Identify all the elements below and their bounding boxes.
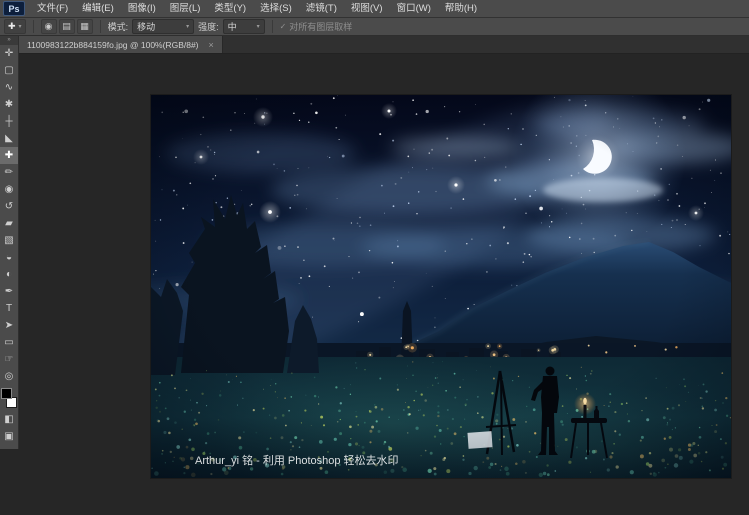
menu-item-3[interactable]: 图层(L) xyxy=(163,0,208,17)
tool-extra-buttons: ◧ ▣ xyxy=(0,411,18,445)
spot-healing-brush-tool[interactable]: ✚ xyxy=(0,147,18,164)
chevron-down-icon: ▾ xyxy=(18,24,22,30)
menu-item-5[interactable]: 选择(S) xyxy=(253,0,299,17)
brush-tool[interactable]: ✏ xyxy=(0,164,18,181)
dodge-tool[interactable]: ◐ xyxy=(0,266,18,283)
menu-bar: Ps 文件(F) 编辑(E) 图像(I) 图层(L) 类型(Y) 选择(S) 滤镜(T) 视图… xyxy=(0,0,749,18)
brush-preset-picker-icon[interactable]: ◉ xyxy=(40,19,57,34)
pasteboard: Arthur_yi 铭 - 利用 Photoshop 轻松去水印 xyxy=(19,54,749,515)
chevron-down-icon: ▾ xyxy=(186,24,190,30)
strength-select[interactable]: 中 ▾ xyxy=(222,19,265,34)
pen-tool[interactable]: ✒ xyxy=(0,283,18,300)
menu-item-9[interactable]: 帮助(H) xyxy=(438,0,484,17)
workspace: » ✛ ▢ ∿ ✱ ┼ ◣ ✚ ✏ ◉ ↺ ▰ ▧ ◒ ◐ ✒ T ➤ ▭ ☞ ◎ ◧ ▣ 1100983122b884… xyxy=(0,36,749,515)
document-title: 1100983122b884159fo.jpg @ 100%(RGB/8#) xyxy=(27,39,199,50)
close-tab-icon[interactable]: × xyxy=(209,40,214,50)
quick-selection-tool[interactable]: ✱ xyxy=(0,96,18,113)
foreground-color-swatch[interactable] xyxy=(1,388,12,399)
color-swatches[interactable] xyxy=(0,387,18,409)
toolbar-collapse-button[interactable]: » xyxy=(0,36,18,45)
shape-tool[interactable]: ▭ xyxy=(0,334,18,351)
menu-item-2[interactable]: 图像(I) xyxy=(121,0,163,17)
history-brush-tool[interactable]: ↺ xyxy=(0,198,18,215)
crop-tool[interactable]: ┼ xyxy=(0,113,18,130)
sample-all-layers-checkbox[interactable]: ✓ 对所有图层取样 xyxy=(280,20,353,33)
divider xyxy=(271,20,273,33)
chevron-down-icon: ▾ xyxy=(256,24,260,30)
options-icons: ◉ ▤ ▦ xyxy=(40,19,93,34)
divider xyxy=(99,20,101,33)
gradient-tool[interactable]: ▧ xyxy=(0,232,18,249)
hand-tool[interactable]: ☞ xyxy=(0,351,18,368)
tool-preset-picker[interactable]: ✚ ▾ xyxy=(4,19,26,34)
quick-mask-button[interactable]: ◧ xyxy=(0,411,18,428)
canvas[interactable]: Arthur_yi 铭 - 利用 Photoshop 轻松去水印 xyxy=(151,95,731,478)
checkmark-icon: ✓ xyxy=(279,22,287,31)
watermark-text: Arthur_yi 铭 - 利用 Photoshop 轻松去水印 xyxy=(195,453,399,467)
type-tool[interactable]: T xyxy=(0,300,18,317)
menu-item-8[interactable]: 窗口(W) xyxy=(390,0,438,17)
photoshop-window: Ps 文件(F) 编辑(E) 图像(I) 图层(L) 类型(Y) 选择(S) 滤镜(T) 视图… xyxy=(0,0,749,515)
lasso-tool[interactable]: ∿ xyxy=(0,79,18,96)
clone-stamp-tool[interactable]: ◉ xyxy=(0,181,18,198)
menu-item-1[interactable]: 编辑(E) xyxy=(75,0,121,17)
menu-item-0[interactable]: 文件(F) xyxy=(30,0,75,17)
menu-item-4[interactable]: 类型(Y) xyxy=(207,0,253,17)
divider xyxy=(32,20,34,33)
document-area: 1100983122b884159fo.jpg @ 100%(RGB/8#) × xyxy=(19,36,749,515)
menu-item-7[interactable]: 视图(V) xyxy=(344,0,390,17)
brush-panel-toggle-icon[interactable]: ▤ xyxy=(58,19,75,34)
options-bar: ✚ ▾ ◉ ▤ ▦ 模式: 移动 ▾ 强度: 中 ▾ ✓ 对所有图层取样 xyxy=(0,18,749,36)
zoom-tool[interactable]: ◎ xyxy=(0,368,18,385)
blur-tool[interactable]: ◒ xyxy=(0,249,18,266)
tools-panel: » ✛ ▢ ∿ ✱ ┼ ◣ ✚ ✏ ◉ ↺ ▰ ▧ ◒ ◐ ✒ T ➤ ▭ ☞ ◎ ◧ ▣ xyxy=(0,36,19,515)
strength-value: 中 xyxy=(227,22,237,32)
move-tool[interactable]: ✛ xyxy=(0,45,18,62)
photoshop-logo[interactable]: Ps xyxy=(3,1,25,16)
mode-value: 移动 xyxy=(137,22,156,32)
eraser-tool[interactable]: ▰ xyxy=(0,215,18,232)
tool-buttons: ✛ ▢ ∿ ✱ ┼ ◣ ✚ ✏ ◉ ↺ ▰ ▧ ◒ ◐ ✒ T ➤ ▭ ☞ ◎ xyxy=(0,45,18,385)
document-tab-bar: 1100983122b884159fo.jpg @ 100%(RGB/8#) × xyxy=(19,36,749,54)
vignette xyxy=(151,95,731,478)
strength-label: 强度: xyxy=(198,22,219,32)
rectangular-marquee-tool[interactable]: ▢ xyxy=(0,62,18,79)
menu-items: 文件(F) 编辑(E) 图像(I) 图层(L) 类型(Y) 选择(S) 滤镜(T) 视图(V)… xyxy=(30,0,484,17)
sample-all-layers-label: 对所有图层取样 xyxy=(289,22,353,32)
menu-item-6[interactable]: 滤镜(T) xyxy=(299,0,344,17)
screen-mode-button[interactable]: ▣ xyxy=(0,428,18,445)
path-selection-tool[interactable]: ➤ xyxy=(0,317,18,334)
mode-label: 模式: xyxy=(107,22,129,32)
document-tab[interactable]: 1100983122b884159fo.jpg @ 100%(RGB/8#) × xyxy=(19,36,223,53)
mode-select[interactable]: 移动 ▾ xyxy=(132,19,195,34)
eyedropper-tool[interactable]: ◣ xyxy=(0,130,18,147)
photo-starry-night[interactable]: Arthur_yi 铭 - 利用 Photoshop 轻松去水印 xyxy=(151,95,731,478)
current-tool-icon: ✚ xyxy=(8,21,16,31)
pattern-picker-icon[interactable]: ▦ xyxy=(76,19,93,34)
tools-panel-inner: » ✛ ▢ ∿ ✱ ┼ ◣ ✚ ✏ ◉ ↺ ▰ ▧ ◒ ◐ ✒ T ➤ ▭ ☞ ◎ ◧ ▣ xyxy=(0,36,19,449)
